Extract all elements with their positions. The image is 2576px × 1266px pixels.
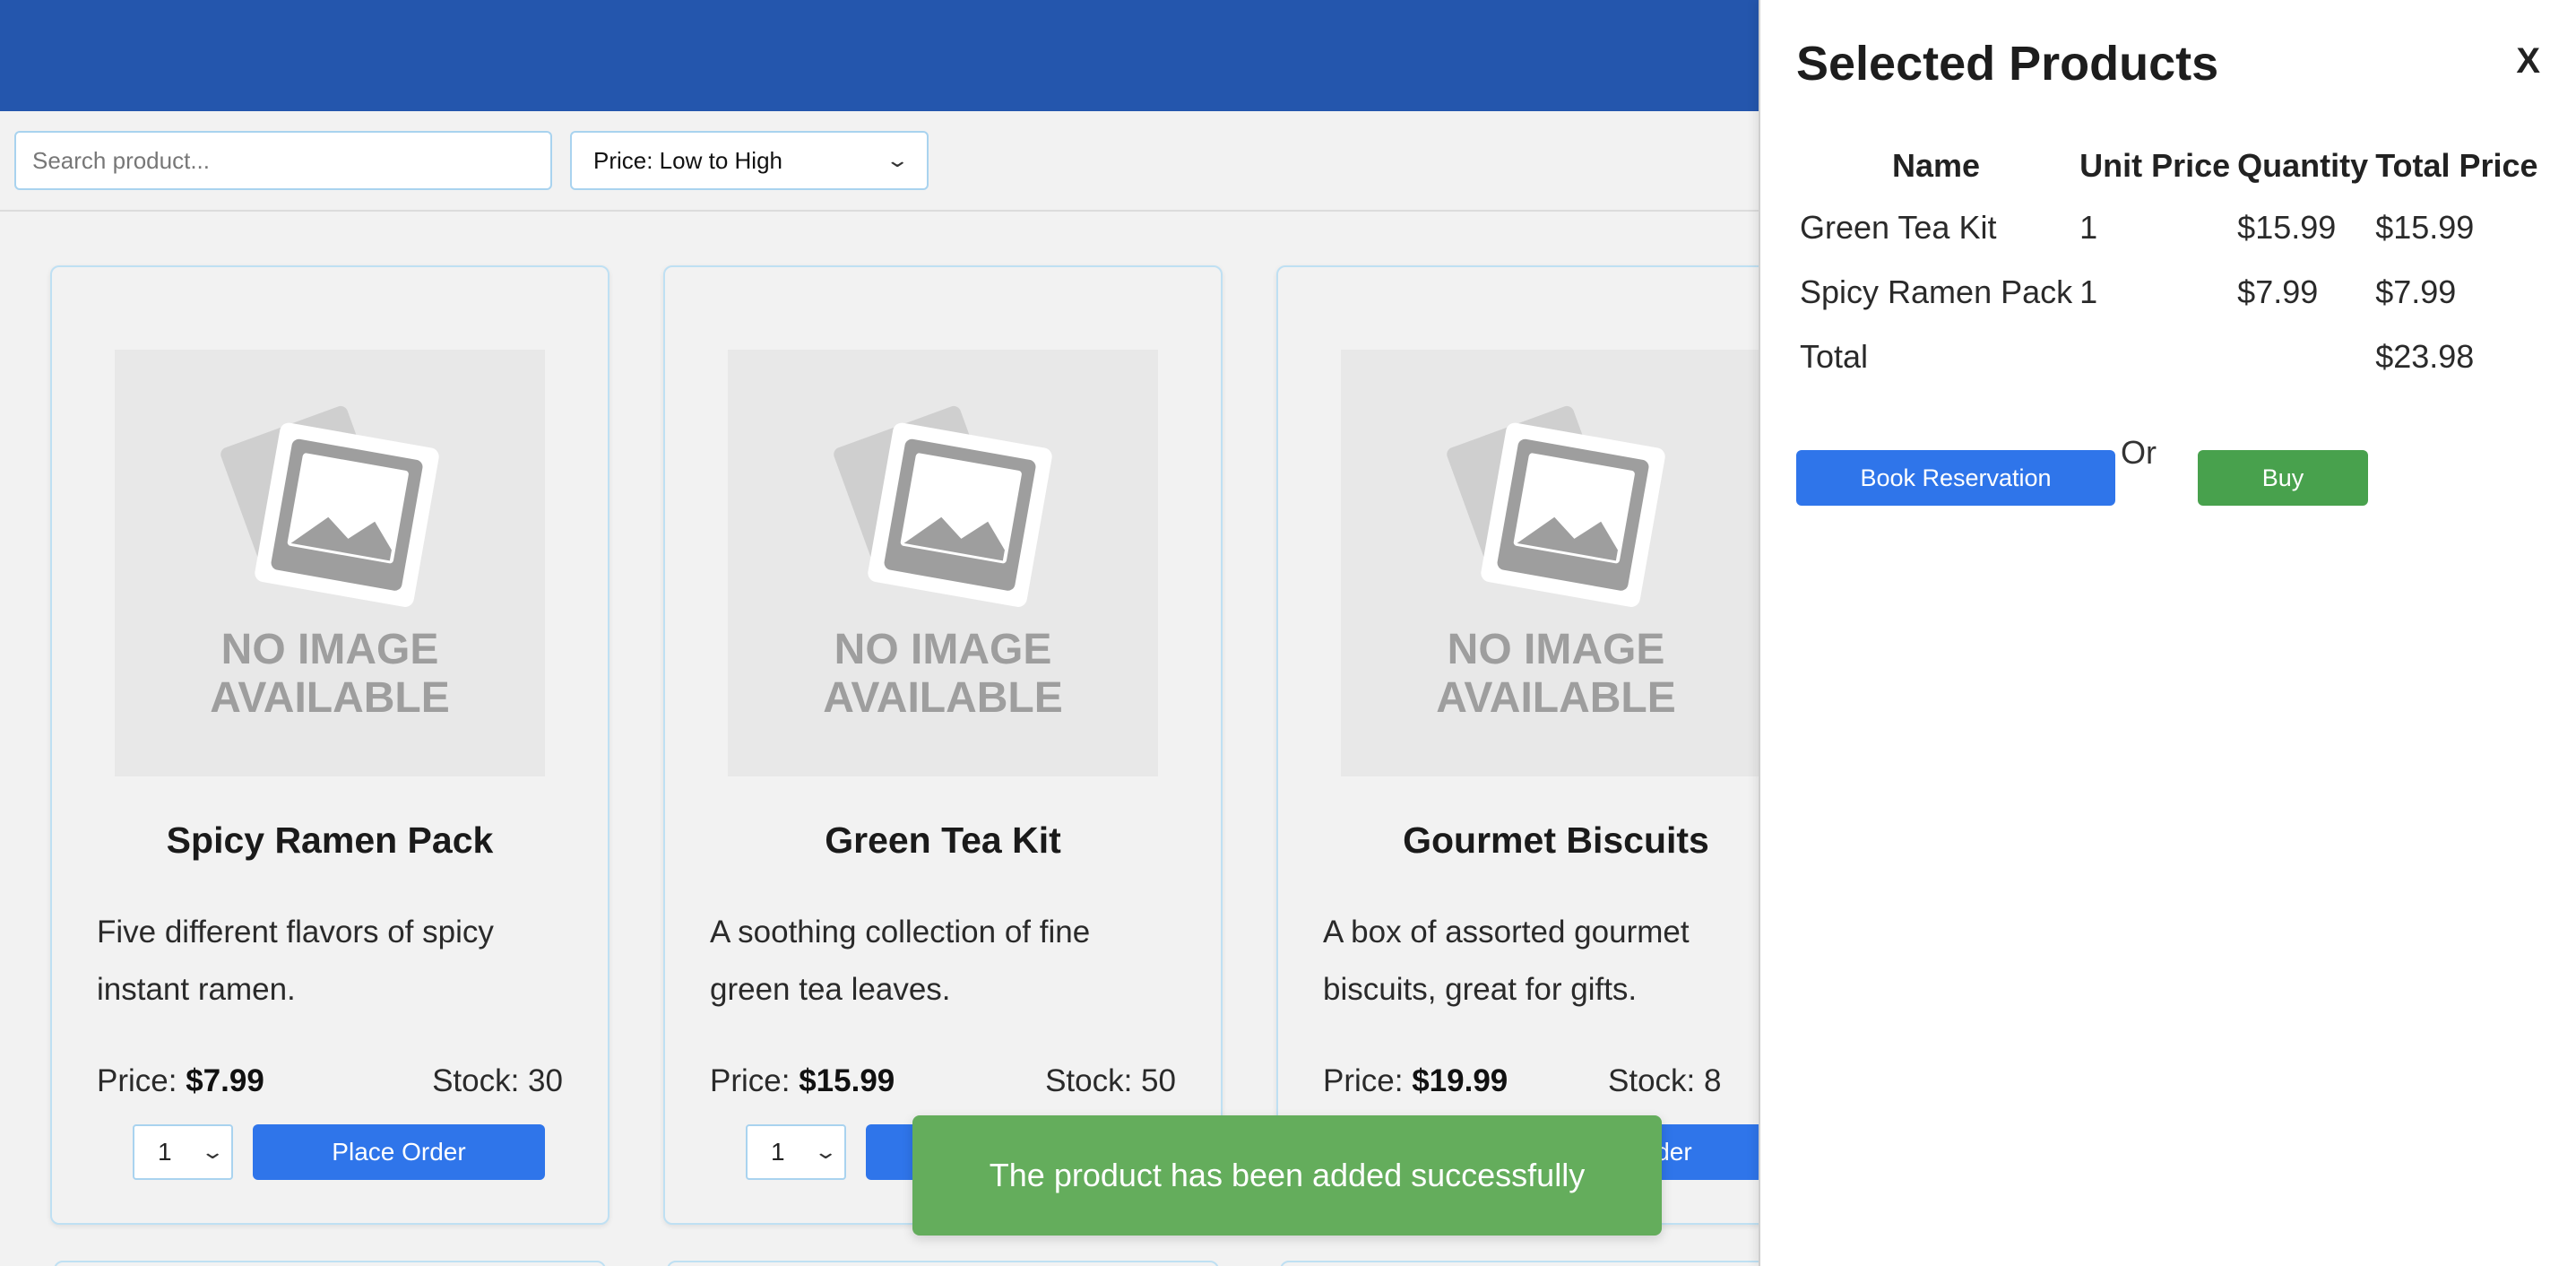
product-name: Spicy Ramen Pack: [166, 819, 494, 861]
column-header-name: Name: [1892, 147, 1981, 184]
quantity-select[interactable]: 1⌄: [133, 1124, 233, 1180]
product-stock: Stock: 50: [1045, 1063, 1176, 1098]
no-image-placeholder: NO IMAGE AVAILABLE: [728, 350, 1158, 776]
chevron-down-icon: ⌄: [884, 149, 910, 171]
cell-unit-price: 1: [2079, 273, 2098, 310]
book-reservation-button[interactable]: Book Reservation: [1796, 450, 2115, 506]
product-stock: Stock: 8: [1608, 1063, 1722, 1098]
product-price: Price: $15.99: [710, 1063, 895, 1098]
total-row: Total $23.98: [1796, 325, 2542, 389]
table-row: Spicy Ramen Pack 1 $7.99 $7.99: [1796, 260, 2542, 325]
column-header-unit-price: Unit Price: [2079, 147, 2231, 184]
cell-name: Spicy Ramen Pack: [1800, 273, 2073, 310]
no-image-label: NO IMAGE AVAILABLE: [210, 626, 450, 722]
cell-quantity: $15.99: [2237, 209, 2337, 246]
panel-actions: Book Reservation Or Buy: [1796, 434, 2424, 506]
product-card-next-row: [667, 1261, 1219, 1266]
product-price: Price: $19.99: [1323, 1063, 1508, 1098]
cell-name: Green Tea Kit: [1800, 209, 1997, 246]
success-toast: The product has been added successfully: [912, 1115, 1662, 1236]
cell-total-price: $15.99: [2375, 209, 2475, 246]
or-separator: Or: [2121, 434, 2157, 471]
product-card: NO IMAGE AVAILABLE Green Tea Kit A soothi…: [663, 265, 1223, 1225]
place-order-button[interactable]: Place Order: [253, 1124, 545, 1180]
product-description: A box of assorted gourmet biscuits, grea…: [1323, 915, 1690, 1007]
image-placeholder-icon: [834, 405, 1052, 607]
no-image-placeholder: NO IMAGE AVAILABLE: [1341, 350, 1759, 776]
sort-select-value: Price: Low to High: [593, 146, 782, 174]
cell-total-price: $7.99: [2375, 273, 2457, 310]
total-value: $23.98: [2375, 338, 2475, 375]
no-image-placeholder: NO IMAGE AVAILABLE: [115, 350, 545, 776]
close-icon[interactable]: X: [2516, 41, 2540, 82]
cell-unit-price: 1: [2079, 209, 2098, 246]
buy-button[interactable]: Buy: [2198, 450, 2368, 506]
cell-quantity: $7.99: [2237, 273, 2319, 310]
product-grid: NO IMAGE AVAILABLE Spicy Ramen Pack Five …: [0, 212, 1759, 1266]
image-placeholder-icon: [220, 405, 439, 607]
product-price: Price: $7.99: [97, 1063, 264, 1098]
selected-products-panel: Selected Products X Name Unit Price Quan…: [1759, 0, 2576, 1266]
table-row: Green Tea Kit 1 $15.99 $15.99: [1796, 195, 2542, 260]
cart-table: Name Unit Price Quantity Total Price Gre…: [1796, 143, 2542, 389]
sort-select[interactable]: Price: Low to High ⌄: [570, 131, 929, 190]
filter-bar: Price: Low to High ⌄: [0, 111, 1759, 212]
product-name: Gourmet Biscuits: [1403, 819, 1709, 861]
column-header-quantity: Quantity: [2237, 147, 2369, 184]
product-card-next-row: [1280, 1261, 1759, 1266]
no-image-label: NO IMAGE AVAILABLE: [823, 626, 1063, 722]
image-placeholder-icon: [1447, 405, 1665, 607]
chevron-down-icon: ⌄: [199, 1140, 225, 1163]
product-card: NO IMAGE AVAILABLE Gourmet Biscuits A box…: [1276, 265, 1759, 1225]
product-description: Five different flavors of spicy instant …: [97, 915, 494, 1007]
quantity-select[interactable]: 1⌄: [746, 1124, 846, 1180]
product-card-next-row: [54, 1261, 606, 1266]
no-image-label: NO IMAGE AVAILABLE: [1436, 626, 1676, 722]
chevron-down-icon: ⌄: [812, 1140, 838, 1163]
product-card: NO IMAGE AVAILABLE Spicy Ramen Pack Five …: [50, 265, 609, 1225]
column-header-total-price: Total Price: [2375, 147, 2538, 184]
product-name: Green Tea Kit: [825, 819, 1061, 861]
product-description: A soothing collection of fine green tea …: [710, 915, 1091, 1007]
product-stock: Stock: 30: [432, 1063, 563, 1098]
cart-table-header-row: Name Unit Price Quantity Total Price: [1796, 143, 2542, 195]
panel-title: Selected Products: [1796, 37, 2219, 91]
search-input[interactable]: [14, 131, 552, 190]
total-label: Total: [1800, 338, 1869, 375]
